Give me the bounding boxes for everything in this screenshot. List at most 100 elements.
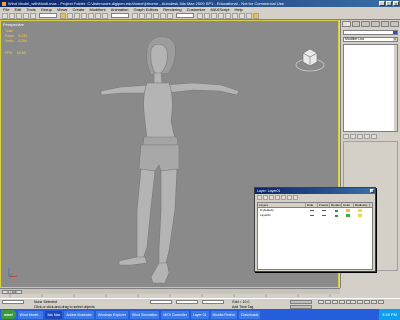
column-header[interactable]: Layers [258,203,306,207]
column-header[interactable]: Radiosity [354,203,370,207]
render-setup-icon[interactable] [239,12,245,19]
start-button[interactable]: start [1,310,16,319]
viewcube-icon[interactable] [294,43,326,75]
hide-toggle[interactable] [310,215,314,216]
taskbar-item[interactable]: Downloads [239,310,261,319]
selection-filter-dropdown[interactable] [39,13,57,18]
column-header[interactable]: Render [330,203,342,207]
pin-stack-icon[interactable] [343,134,349,139]
schematic-view-icon[interactable] [225,12,231,19]
spinner-snap-icon[interactable] [167,12,173,19]
align-icon[interactable] [204,12,210,19]
orbit-icon[interactable] [371,300,377,304]
layer-name[interactable]: Layer01 [258,213,306,218]
chevron-down-icon[interactable]: ▾ [393,38,397,41]
freeze-all-icon[interactable] [293,195,298,200]
taskbar-item[interactable]: Wind Model... [17,310,44,319]
hide-all-icon[interactable] [287,195,292,200]
display-tab-icon[interactable] [380,21,390,27]
column-header[interactable]: Color [342,203,354,207]
x-coordinate-field[interactable] [150,300,172,304]
utilities-tab-icon[interactable] [390,21,400,27]
stack-scrollbar[interactable] [394,45,397,131]
layer-manager-icon[interactable] [211,12,217,19]
render-frame-icon[interactable] [246,12,252,19]
minimize-button[interactable]: _ [379,1,385,6]
object-color-swatch[interactable] [393,31,397,34]
taskbar-item[interactable]: Wind Simulation [130,310,160,319]
taskbar-item[interactable]: Adobe Illustrator [64,310,94,319]
pivot-icon[interactable] [132,12,138,19]
motion-tab-icon[interactable] [371,21,380,27]
modifier-list-dropdown[interactable]: Modifier List ▾ [343,37,398,42]
close-button[interactable]: × [393,1,399,6]
zoom-all-icon[interactable] [357,300,363,304]
freeze-toggle[interactable] [322,215,326,216]
bind-space-warp-icon[interactable] [30,12,36,19]
taskbar-item[interactable]: MIDI Controller [161,310,189,319]
mirror-icon[interactable] [197,12,203,19]
radiosity-icon[interactable] [358,209,362,212]
redo-icon[interactable] [9,12,15,19]
reference-coordinate-dropdown[interactable] [111,13,129,18]
create-layer-icon[interactable] [257,195,262,200]
window-crossing-icon[interactable] [81,12,87,19]
configure-sets-icon[interactable] [371,134,377,139]
snap-icon[interactable] [146,12,152,19]
z-coordinate-field[interactable] [202,300,224,304]
object-name-field[interactable] [343,30,398,35]
make-unique-icon[interactable] [357,134,363,139]
app-icon[interactable] [2,1,6,6]
maximize-button[interactable]: □ [386,1,392,6]
maxscript-listener-field[interactable] [2,300,24,304]
select-object-icon[interactable] [60,12,66,19]
material-editor-icon[interactable] [232,12,238,19]
y-coordinate-field[interactable] [176,300,198,304]
add-to-layer-icon[interactable] [269,195,274,200]
hierarchy-tab-icon[interactable] [361,21,371,27]
maximize-viewport-icon[interactable] [378,300,384,304]
angle-snap-icon[interactable] [153,12,159,19]
column-header[interactable]: Hide [306,203,318,207]
taskbar-item[interactable]: Windows Explorer [95,310,129,319]
auto-key-button[interactable] [290,300,312,304]
link-icon[interactable] [16,12,22,19]
next-frame-icon[interactable] [339,300,345,304]
render-teapot-icon[interactable] [334,214,338,217]
scale-icon[interactable] [102,12,108,19]
go-to-start-icon[interactable] [318,300,324,304]
freeze-toggle[interactable] [322,210,326,211]
select-in-layer-icon[interactable] [275,195,280,200]
layer-window-titlebar[interactable]: Layer: Layer01 [255,188,375,194]
layer-row[interactable]: Layer01 [258,213,372,218]
layer-color-swatch[interactable] [346,209,350,212]
rotate-icon[interactable] [95,12,101,19]
play-icon[interactable] [332,300,338,304]
show-end-result-icon[interactable] [350,134,356,139]
move-icon[interactable] [88,12,94,19]
taskbar-item[interactable]: Layer 01 [190,310,209,319]
zoom-icon[interactable] [350,300,356,304]
modify-tab-icon[interactable] [351,21,361,27]
remove-modifier-icon[interactable] [364,134,370,139]
highlight-layer-icon[interactable] [281,195,286,200]
select-by-name-icon[interactable] [67,12,73,19]
quick-render-icon[interactable] [253,12,259,19]
render-teapot-icon[interactable] [334,209,338,212]
named-selection-dropdown[interactable] [176,13,194,18]
curve-editor-icon[interactable] [218,12,224,19]
percent-snap-icon[interactable] [160,12,166,19]
system-clock[interactable]: 3:59 PM [379,309,400,320]
modifier-stack[interactable] [343,44,398,132]
layer-color-swatch[interactable] [346,214,350,217]
delete-layer-icon[interactable] [263,195,268,200]
unlink-icon[interactable] [23,12,29,19]
pan-icon[interactable] [364,300,370,304]
close-icon[interactable] [370,189,374,193]
taskbar-item[interactable]: 3ds Max [45,310,63,319]
manipulate-icon[interactable] [139,12,145,19]
create-tab-icon[interactable] [342,21,351,27]
selection-region-icon[interactable] [74,12,80,19]
taskbar-item[interactable]: Mozilla Firefox [210,310,238,319]
column-header[interactable]: Freeze [318,203,330,207]
